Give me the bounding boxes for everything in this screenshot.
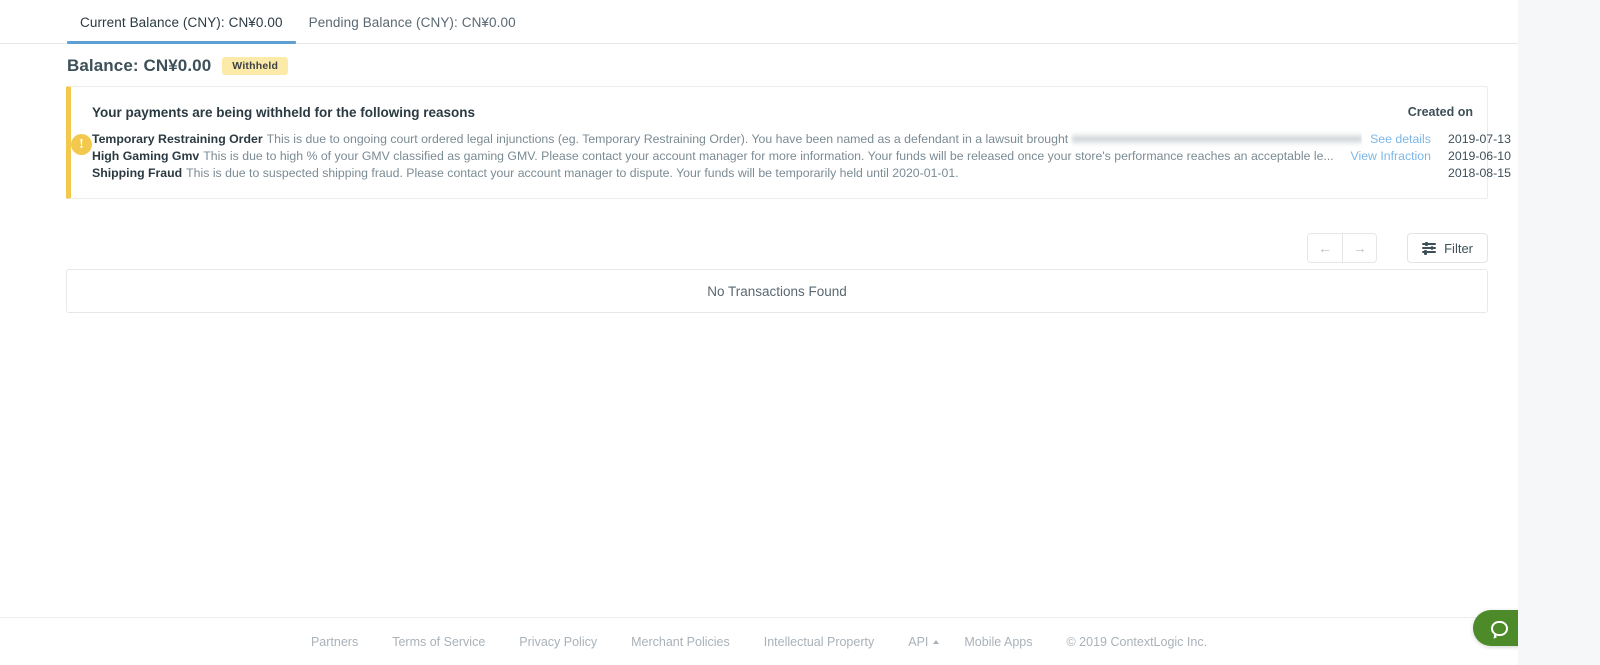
withhold-reason-row: Temporary Restraining Order This is due …	[92, 131, 1511, 148]
prev-page-button[interactable]: ←	[1308, 234, 1343, 262]
footer-link-api-label: API	[908, 634, 929, 649]
transactions-toolbar: ← → Filter	[1307, 233, 1488, 263]
alert-icon-column: !	[71, 87, 92, 198]
reason-description: This is due to suspected shipping fraud.…	[186, 166, 959, 180]
view-infraction-link[interactable]: View Infraction	[1350, 148, 1430, 165]
chat-button-label: Chat	[1518, 620, 1550, 636]
page-root: Current Balance (CNY): CN¥0.00 Pending B…	[0, 0, 1600, 665]
no-transactions-message: No Transactions Found	[707, 283, 847, 299]
next-page-button[interactable]: →	[1342, 234, 1377, 262]
page-footer: Partners Terms of Service Privacy Policy…	[0, 617, 1518, 665]
footer-link-privacy-policy[interactable]: Privacy Policy	[502, 635, 614, 649]
reason-name: Shipping Fraud	[92, 166, 183, 180]
footer-link-intellectual-property[interactable]: Intellectual Property	[747, 635, 891, 649]
reason-created-date: 2019-06-10	[1448, 149, 1511, 163]
chat-bubble-icon	[1491, 620, 1509, 636]
withhold-reason-row: Shipping Fraud This is due to suspected …	[92, 165, 1511, 182]
footer-copyright: © 2019 ContextLogic Inc.	[1066, 634, 1208, 649]
reason-description: This is due to high % of your GMV classi…	[203, 149, 1334, 163]
tab-current-balance[interactable]: Current Balance (CNY): CN¥0.00	[67, 0, 296, 44]
reason-name: Temporary Restraining Order	[92, 132, 263, 146]
alert-body: Your payments are being withheld for the…	[92, 87, 1527, 198]
reason-created-date: 2018-08-15	[1448, 166, 1511, 180]
withhold-reason-row: High Gaming Gmv This is due to high % of…	[92, 148, 1511, 165]
withheld-alert: ! Your payments are being withheld for t…	[66, 86, 1511, 199]
footer-link-merchant-policies[interactable]: Merchant Policies	[614, 635, 747, 649]
alert-title: Your payments are being withheld for the…	[92, 105, 476, 120]
reason-created-date: 2019-07-13	[1448, 132, 1511, 146]
chat-button[interactable]: Chat	[1473, 610, 1572, 646]
see-details-link[interactable]: See details	[1370, 131, 1431, 148]
reason-description: This is due to ongoing court ordered leg…	[267, 131, 1363, 148]
balance-header: Balance: CN¥0.00 Withheld	[67, 56, 289, 76]
created-on-header: Created on	[1407, 105, 1473, 119]
tab-current-balance-label: Current Balance (CNY): CN¥0.00	[80, 14, 283, 30]
footer-link-api[interactable]: API	[891, 635, 947, 649]
footer-link-partners[interactable]: Partners	[294, 635, 375, 649]
filter-button-label: Filter	[1444, 240, 1473, 256]
filter-sliders-icon	[1422, 241, 1437, 254]
footer-link-terms-of-service[interactable]: Terms of Service	[375, 635, 502, 649]
tab-pending-balance[interactable]: Pending Balance (CNY): CN¥0.00	[296, 0, 529, 44]
status-badge: Withheld	[222, 56, 289, 76]
pagination-controls: ← →	[1307, 233, 1378, 263]
filter-button[interactable]: Filter	[1407, 233, 1488, 263]
balance-tabbar: Current Balance (CNY): CN¥0.00 Pending B…	[0, 0, 1518, 44]
footer-link-mobile-apps[interactable]: Mobile Apps	[947, 635, 1049, 649]
tab-pending-balance-label: Pending Balance (CNY): CN¥0.00	[308, 14, 516, 30]
chevron-up-icon	[933, 639, 940, 644]
page-title: Balance: CN¥0.00	[67, 56, 212, 75]
reason-name: High Gaming Gmv	[92, 149, 200, 163]
redacted-text: by XxxkxdFxxxk, LLC, owner of the XONTRX…	[1071, 132, 1363, 146]
transactions-panel: No Transactions Found	[66, 269, 1488, 313]
warning-exclamation-icon: !	[71, 134, 92, 155]
